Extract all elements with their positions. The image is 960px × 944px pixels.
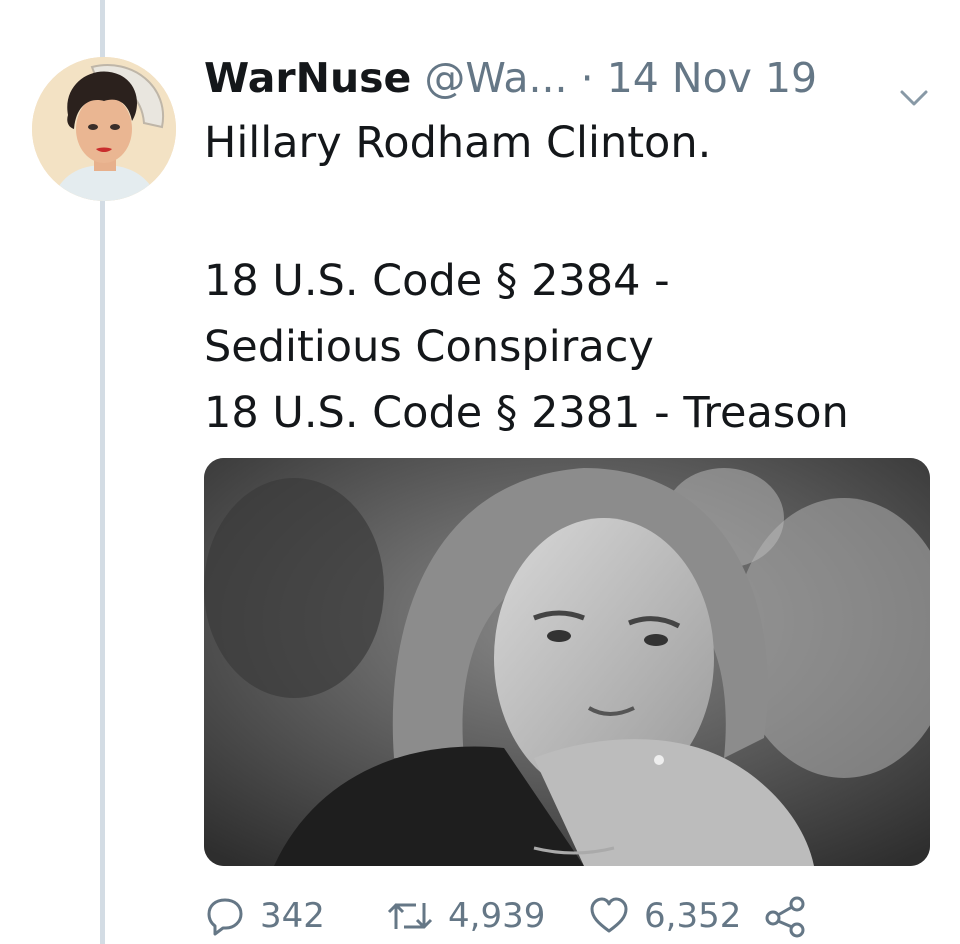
tweet-text-line: 18 U.S. Code § 2384 - — [204, 256, 670, 306]
tweet-text: Hillary Rodham Clinton. 18 U.S. Code § 2… — [204, 110, 944, 446]
paragraph-break — [204, 176, 944, 248]
avatar[interactable] — [32, 57, 176, 201]
tweet-image[interactable] — [204, 458, 930, 866]
separator-dot: · — [580, 54, 594, 102]
share-icon — [765, 896, 805, 938]
display-name[interactable]: WarNuse — [204, 54, 411, 102]
tweet-text-line: Seditious Conspiracy — [204, 322, 654, 372]
share-button[interactable] — [764, 894, 808, 938]
tweet-text-line: 18 U.S. Code § 2381 - Treason — [204, 388, 849, 438]
like-button[interactable]: 6,352 — [588, 895, 764, 937]
tweet-header: WarNuse @Wa... · 14 Nov 19 — [204, 50, 934, 106]
like-count: 6,352 — [644, 896, 742, 936]
reply-button[interactable]: 342 — [204, 895, 386, 937]
retweet-icon — [387, 903, 433, 929]
reply-count: 342 — [260, 896, 325, 936]
user-handle[interactable]: @Wa... — [424, 54, 567, 102]
heart-icon — [590, 897, 628, 933]
portrait-photo — [204, 458, 930, 866]
tweet-text-line: Hillary Rodham Clinton. — [204, 118, 712, 168]
retweet-button[interactable]: 4,939 — [386, 895, 588, 937]
tweet-actions: 342 4,939 6,352 — [204, 888, 924, 944]
chevron-down-icon[interactable] — [896, 68, 932, 106]
avatar-illustration — [32, 57, 176, 201]
retweet-count: 4,939 — [448, 896, 546, 936]
tweet-date[interactable]: 14 Nov 19 — [607, 54, 817, 102]
reply-icon — [207, 898, 243, 936]
